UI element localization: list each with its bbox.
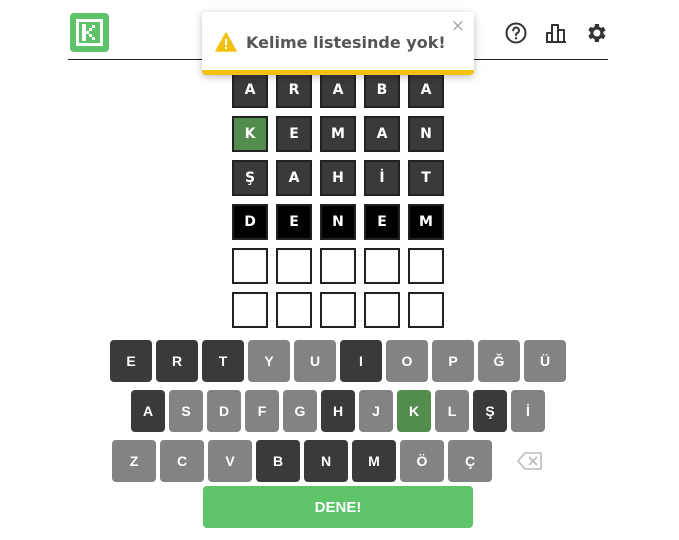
board-tile [276, 248, 312, 284]
key[interactable]: R [156, 340, 198, 382]
key[interactable]: S [169, 390, 203, 432]
backspace-key[interactable] [496, 440, 564, 482]
key[interactable]: Ç [448, 440, 492, 482]
board-tile: E [364, 204, 400, 240]
key[interactable]: U [294, 340, 336, 382]
key[interactable]: J [359, 390, 393, 432]
key[interactable]: O [386, 340, 428, 382]
key[interactable]: F [245, 390, 279, 432]
board-tile: N [320, 204, 356, 240]
key[interactable]: Ü [524, 340, 566, 382]
key[interactable]: C [160, 440, 204, 482]
board-tile [320, 248, 356, 284]
key[interactable]: G [283, 390, 317, 432]
board-tile [408, 248, 444, 284]
help-icon[interactable] [504, 21, 528, 45]
key[interactable]: M [352, 440, 396, 482]
board-tile: A [320, 72, 356, 108]
settings-icon[interactable] [584, 21, 608, 45]
board-tile: A [276, 160, 312, 196]
board-tile: İ [364, 160, 400, 196]
board-tile: E [276, 204, 312, 240]
board-tile [408, 292, 444, 328]
key[interactable]: E [110, 340, 152, 382]
key[interactable]: Ş [473, 390, 507, 432]
toast-message: Kelime listesinde yok! [246, 33, 446, 52]
board-tile [232, 248, 268, 284]
board-tile: T [408, 160, 444, 196]
key[interactable]: L [435, 390, 469, 432]
stats-icon[interactable] [544, 21, 568, 45]
warning-icon [215, 32, 237, 52]
board-tile: K [232, 116, 268, 152]
logo-k-icon [76, 19, 103, 46]
board-tile: B [364, 72, 400, 108]
board-tile: R [276, 72, 312, 108]
not-in-word-list-toast: Kelime listesinde yok! × [202, 12, 474, 75]
key[interactable]: K [397, 390, 431, 432]
board-tile [232, 292, 268, 328]
backspace-icon [517, 452, 542, 470]
board-tile: Ş [232, 160, 268, 196]
key[interactable]: Ğ [478, 340, 520, 382]
board-tile: A [408, 72, 444, 108]
logo [70, 13, 109, 52]
key[interactable]: Z [112, 440, 156, 482]
board-tile: A [364, 116, 400, 152]
key[interactable]: N [304, 440, 348, 482]
board-tile [276, 292, 312, 328]
key[interactable]: V [208, 440, 252, 482]
board-tile: D [232, 204, 268, 240]
board-tile: N [408, 116, 444, 152]
key[interactable]: P [432, 340, 474, 382]
enter-button[interactable]: DENE! [203, 486, 473, 528]
key[interactable]: A [131, 390, 165, 432]
close-icon[interactable]: × [451, 16, 465, 36]
board-tile [364, 248, 400, 284]
board-tile [364, 292, 400, 328]
board-tile: M [408, 204, 444, 240]
key[interactable]: H [321, 390, 355, 432]
key[interactable]: İ [511, 390, 545, 432]
board-tile: H [320, 160, 356, 196]
board-tile: A [232, 72, 268, 108]
key[interactable]: Y [248, 340, 290, 382]
key[interactable]: Ö [400, 440, 444, 482]
key[interactable]: D [207, 390, 241, 432]
key[interactable]: I [340, 340, 382, 382]
board-tile: E [276, 116, 312, 152]
key[interactable]: B [256, 440, 300, 482]
key[interactable]: T [202, 340, 244, 382]
board-tile [320, 292, 356, 328]
board-tile: M [320, 116, 356, 152]
